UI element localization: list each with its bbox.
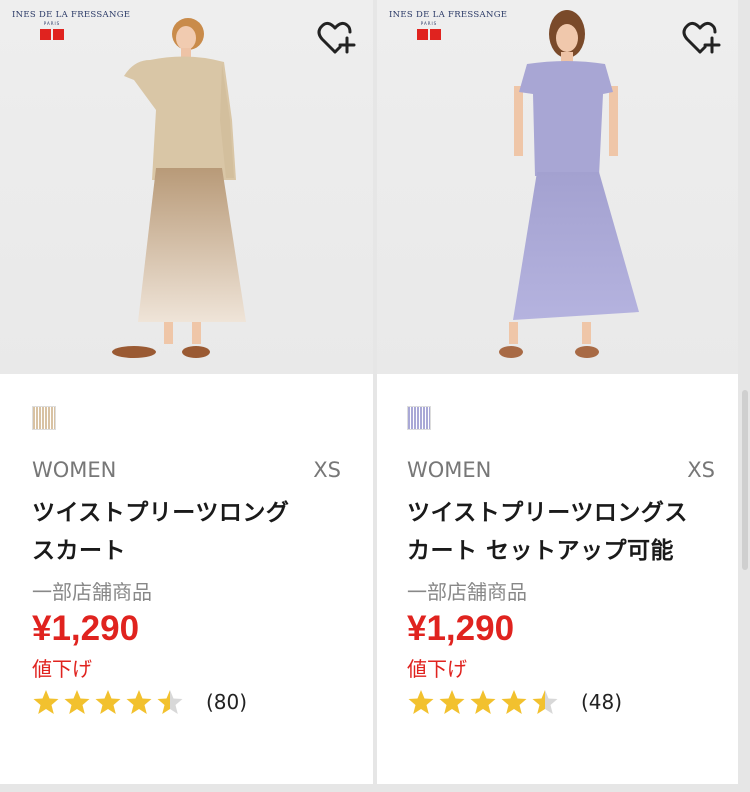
brand-sub: PARIS [420,21,438,26]
brand-logo: INES DE LA FRESSANGE PARIS [12,10,131,40]
product-photo[interactable]: INES DE LA FRESSANGE PARIS [377,0,738,374]
uniqlo-logo-icon [12,29,92,40]
gender-label: WOMEN [32,458,117,482]
product-info: WOMEN XS ツイストプリーツロング スカート 一部店舗商品 ¥1,290 … [0,374,373,716]
review-count[interactable]: (80) [206,690,247,714]
title-line: ツイストプリーツロング [32,500,290,526]
size-label: XS [313,458,341,482]
product-card[interactable]: INES DE LA FRESSANGE PARIS WOMEN XS ツイスト… [0,0,373,784]
product-info: WOMEN XS ツイストプリーツロングス カート セットアップ可能 一部店舗商… [377,374,738,716]
scrollbar[interactable] [742,390,748,570]
availability-text: 一部店舗商品 [32,580,152,604]
product-photo[interactable]: INES DE LA FRESSANGE PARIS [0,0,373,374]
price: ¥1,290 [32,609,140,648]
title-line: カート セットアップ可能 [407,538,675,564]
product-title[interactable]: ツイストプリーツロング スカート [32,494,341,570]
rating: (48) [407,688,706,716]
review-count[interactable]: (48) [581,690,622,714]
product-title[interactable]: ツイストプリーツロングス カート セットアップ可能 [407,494,706,570]
star-icon [408,690,434,714]
uniqlo-logo-icon [389,29,469,40]
favorite-add-icon[interactable] [317,20,357,58]
star-icon [126,690,152,714]
product-card[interactable]: INES DE LA FRESSANGE PARIS WOMEN XS ツイスト… [377,0,738,784]
brand-sub: PARIS [43,21,61,26]
availability-text: 一部店舗商品 [407,580,527,604]
star-icon [64,690,90,714]
size-label: XS [687,458,715,482]
star-icon [532,690,558,714]
star-icon [501,690,527,714]
brand-name: INES DE LA FRESSANGE [389,10,508,20]
brand-logo: INES DE LA FRESSANGE PARIS [389,10,508,40]
sale-label: 値下げ [32,657,92,681]
favorite-add-icon[interactable] [682,20,722,58]
star-icon [439,690,465,714]
star-icon [33,690,59,714]
star-icon [157,690,183,714]
gender-label: WOMEN [407,458,492,482]
rating: (80) [32,688,341,716]
brand-name: INES DE LA FRESSANGE [12,10,131,20]
star-rating [407,688,559,716]
title-line: スカート [32,538,126,564]
price: ¥1,290 [407,609,515,648]
color-swatch[interactable] [407,406,431,430]
star-icon [470,690,496,714]
title-line: ツイストプリーツロングス [407,500,688,526]
color-swatch[interactable] [32,406,56,430]
sale-label: 値下げ [407,657,467,681]
product-grid: INES DE LA FRESSANGE PARIS WOMEN XS ツイスト… [0,0,750,792]
star-icon [95,690,121,714]
star-rating [32,688,184,716]
